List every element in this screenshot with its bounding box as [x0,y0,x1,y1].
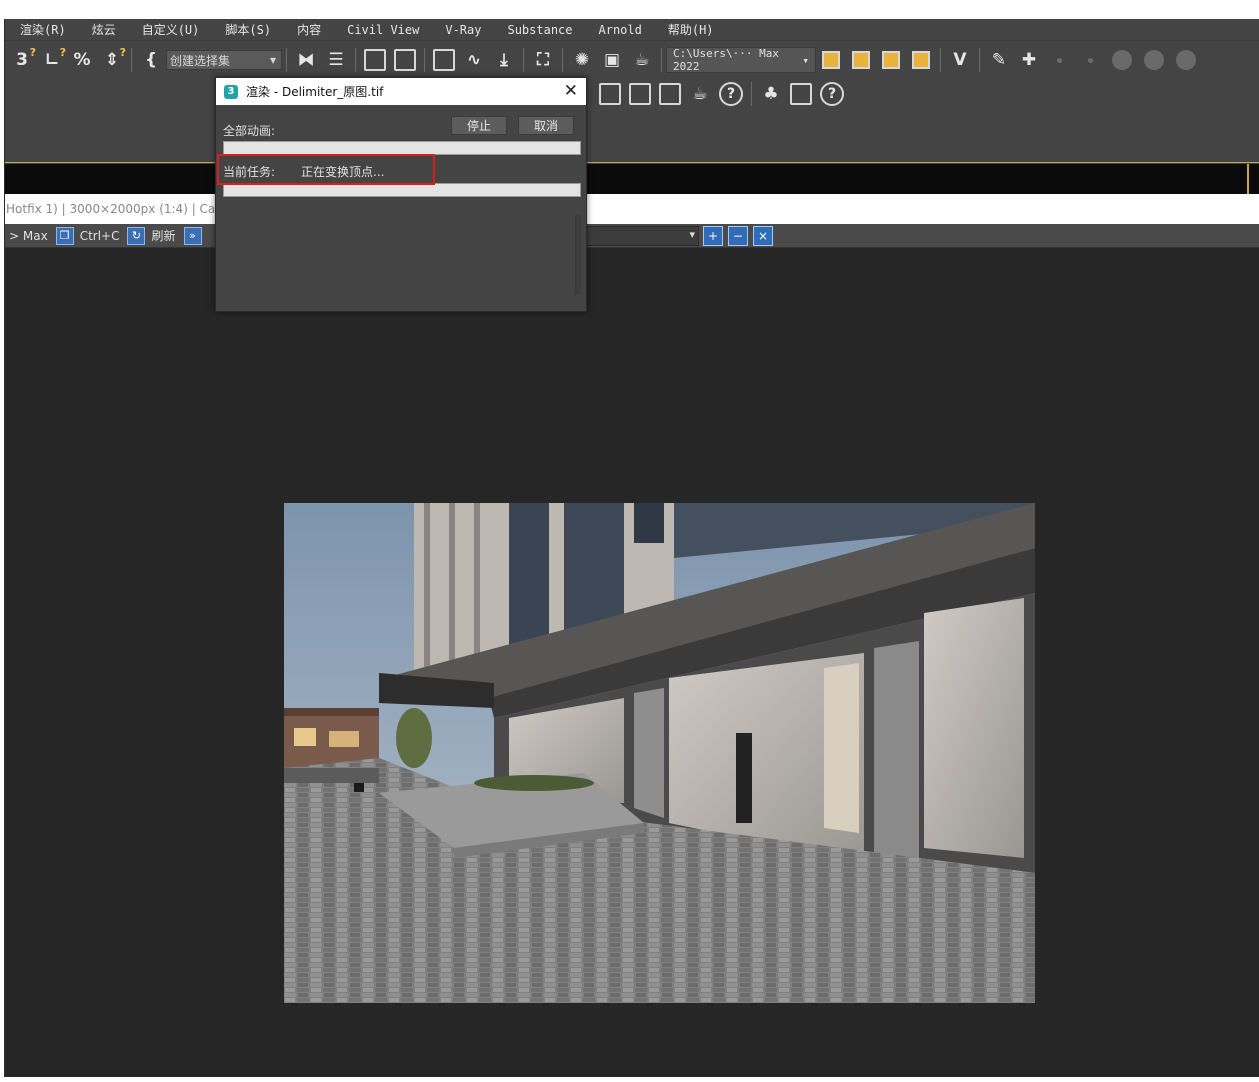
brush-icon[interactable]: ✎ [987,48,1011,72]
open-project-icon[interactable] [879,48,903,72]
align-icon[interactable]: ☰ [324,48,348,72]
toolbar-separator [131,48,132,72]
zoom-controls: + − × [703,226,778,246]
menu-customize[interactable]: 自定义(U) [142,21,200,38]
copy-icon[interactable]: ❐ [55,226,74,245]
forest-icon[interactable]: ♣ [759,82,783,106]
render-setup-icon[interactable]: ✺ [570,48,594,72]
project-folder-path: C:\Users\··· Max 2022 [673,47,779,73]
toolbar-separator [424,48,425,72]
channel-dropdown[interactable] [585,226,699,246]
project-folder-dropdown[interactable]: C:\Users\··· Max 2022 ▾ [666,47,816,73]
render-log-area [223,215,581,297]
ribbon-toggle-icon[interactable] [432,48,456,72]
toolbar-separator [751,82,752,106]
material-editor-icon[interactable]: ⛶ [531,48,555,72]
toolbar-separator [979,48,980,72]
toolbar-separator [523,48,524,72]
vray-icon[interactable]: V [948,48,972,72]
max-label: > Max [9,228,48,243]
list-icon[interactable] [789,82,813,106]
named-selection-set-dropdown[interactable]: 创建选择集 ▾ [166,50,282,70]
refresh-label[interactable]: 刷新 [151,227,175,244]
zoom-out-icon[interactable]: − [728,226,748,246]
render-progress-dialog: 3 渲染 - Delimiter_原图.tif ✕ 全部动画: 停止 取消 当前… [215,77,587,312]
total-animation-label: 全部动画: [223,124,276,138]
toolbar-separator [562,48,563,72]
rendered-image [284,503,1035,1003]
toolbar-shelf [5,111,1259,163]
scene-explorer-icon[interactable] [363,48,387,72]
zoom-reset-icon[interactable]: × [753,226,773,246]
dot-icon [1057,57,1062,63]
panel-icon[interactable] [598,82,622,106]
schematic-view-icon[interactable]: ⤓ [492,48,516,72]
menu-help[interactable]: 帮助(H) [668,21,714,38]
menu-vray[interactable]: V-Ray [445,23,481,37]
teapot-icon[interactable]: ☕ [688,82,712,106]
circle-icon [1176,50,1196,70]
toolbar-separator [286,48,287,72]
dialog-title-bar[interactable]: 3 渲染 - Delimiter_原图.tif ✕ [216,78,586,105]
menu-civil-view[interactable]: Civil View [347,23,419,37]
secondary-toolbar: ☕ ? ♣ ? [595,79,848,109]
set-project-folder-icon[interactable] [849,48,873,72]
layer-explorer-icon[interactable] [393,48,417,72]
new-project-icon[interactable] [909,48,933,72]
rendered-frame-window-icon[interactable]: ▣ [600,48,624,72]
3dsmax-window: 渲染(R) 炫云 自定义(U) 脚本(S) 内容 Civil View V-Ra… [4,19,1259,1077]
spinner-snap-icon[interactable]: ⇕? [100,46,126,72]
expand-icon[interactable]: » [183,226,202,245]
menu-script[interactable]: 脚本(S) [225,21,271,38]
chevron-down-icon: ▾ [802,53,809,67]
angle-snap-icon[interactable]: ∟? [40,46,66,72]
menu-xuanyun[interactable]: 炫云 [92,21,116,38]
render-info-strip: Hotfix 1) | 3000×2000px (1:4) | Came [5,194,1259,224]
refresh-icon[interactable]: ↻ [127,226,146,245]
named-selection-set-text: 创建选择集 [170,53,231,68]
toolbar-separator [940,48,941,72]
current-task-value: 正在变换顶点... [301,165,385,179]
stop-button[interactable]: 停止 [451,116,507,135]
toolbar-separator [355,48,356,72]
timeline-bar[interactable] [5,164,1259,194]
dialog-title: 渲染 - Delimiter_原图.tif [246,85,384,99]
menu-bar: 渲染(R) 炫云 自定义(U) 脚本(S) 内容 Civil View V-Ra… [5,19,1259,41]
plus-tool-icon[interactable]: ✚ [1017,48,1041,72]
menu-content[interactable]: 内容 [297,21,321,38]
menu-substance[interactable]: Substance [507,23,572,37]
frame-icon[interactable] [658,82,682,106]
chevron-down-icon: ▾ [269,53,276,67]
main-toolbar: 3? ∟? % ⇕? { 创建选择集 ▾ ⧓ ☰ ∿ ⤓ ⛶ ✺ ▣ ☕ C:\… [5,41,1259,79]
task-progress-bar [223,183,581,197]
render-production-icon[interactable]: ☕ [630,48,654,72]
scrollbar[interactable] [575,215,581,295]
close-icon[interactable]: ✕ [564,81,578,101]
copy-shortcut-label[interactable]: Ctrl+C [80,229,120,243]
render-info-text: Hotfix 1) | 3000×2000px (1:4) | Came [6,202,235,216]
3dsmax-app-icon: 3 [224,84,238,99]
toolbar-separator [661,48,662,72]
menu-render[interactable]: 渲染(R) [20,21,66,38]
circle-icon [1144,50,1164,70]
help-icon[interactable]: ? [820,82,844,106]
mirror-icon[interactable]: ⧓ [294,48,318,72]
zoom-in-icon[interactable]: + [703,226,723,246]
film-icon[interactable] [628,82,652,106]
render-viewport [5,248,1259,1077]
curve-editor-icon[interactable]: ∿ [462,48,486,72]
cancel-button[interactable]: 取消 [518,116,574,135]
circle-icon [1112,50,1132,70]
menu-arnold[interactable]: Arnold [599,23,642,37]
percent-snap-icon[interactable]: % [70,48,94,72]
current-task-label: 当前任务: [223,165,276,179]
dot-icon [1088,57,1093,63]
total-progress-bar [223,141,581,155]
snap-3d-icon[interactable]: 3? [10,46,36,72]
project-folder-icon[interactable] [819,48,843,72]
help-icon[interactable]: ? [719,82,743,106]
frame-buffer-toolbar: > Max ❐ Ctrl+C ↻ 刷新 » + − × [5,224,1259,248]
timeline-handle[interactable] [1247,164,1249,194]
edit-named-selection-icon[interactable]: { [139,48,163,72]
